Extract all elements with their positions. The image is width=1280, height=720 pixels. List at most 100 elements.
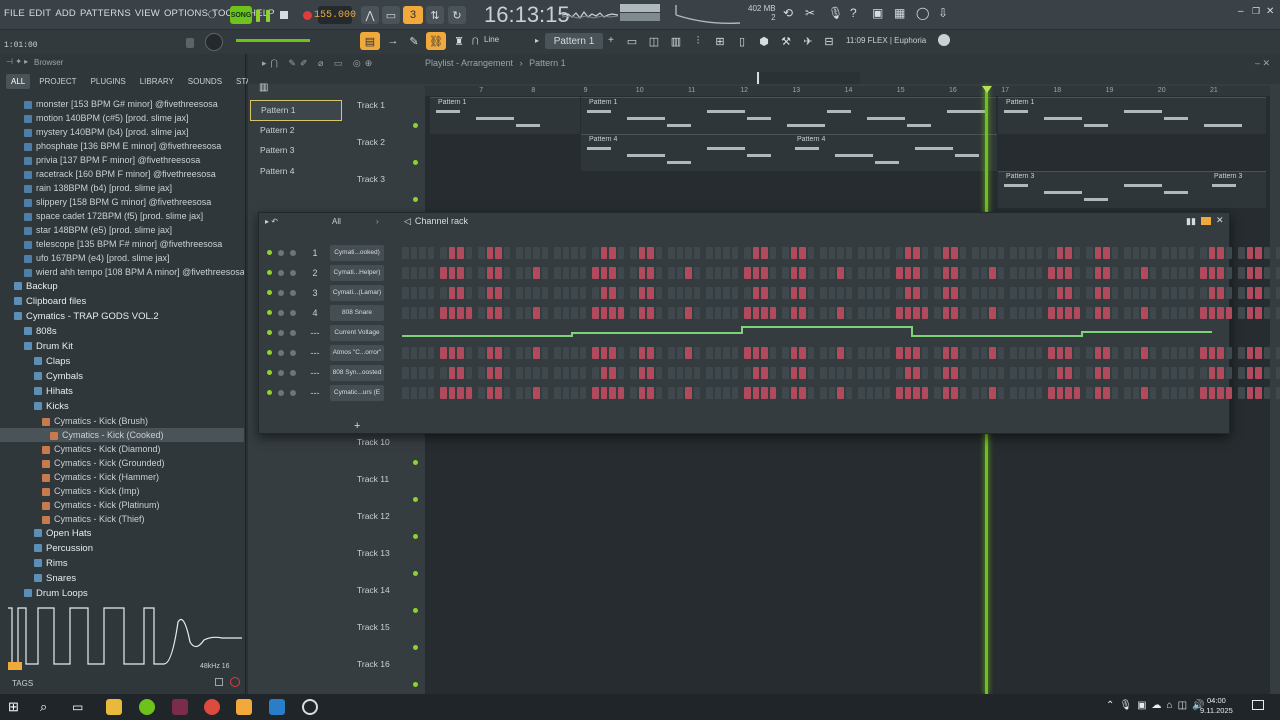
step-button[interactable] (1187, 287, 1194, 299)
pattern-item[interactable]: Pattern 4 (250, 162, 342, 183)
step-button[interactable] (782, 247, 789, 259)
step-button[interactable] (820, 247, 827, 259)
step-button[interactable] (807, 267, 814, 279)
step-button[interactable] (1238, 347, 1245, 359)
step-button[interactable] (972, 267, 979, 279)
step-button[interactable] (693, 347, 700, 359)
step-button[interactable] (896, 267, 903, 279)
step-button[interactable] (1103, 247, 1110, 259)
playlist-tools[interactable]: ▸⋂ ✎✐ ⌀ ▭ ◎⊕ (262, 58, 376, 69)
channel-volume-knob[interactable] (290, 310, 296, 316)
step-button[interactable] (828, 267, 835, 279)
step-button[interactable] (845, 347, 852, 359)
browser-file[interactable]: phosphate [136 BPM E minor] @fivethreeso… (0, 139, 244, 153)
step-button[interactable] (782, 367, 789, 379)
browser-file[interactable]: space cadet 172BPM (f5) [prod. slime jax… (0, 209, 244, 223)
step-button[interactable] (1246, 287, 1253, 299)
step-button[interactable] (837, 387, 844, 399)
step-button[interactable] (676, 247, 683, 259)
step-button[interactable] (478, 287, 485, 299)
menu-view[interactable]: VIEW (135, 8, 160, 19)
step-button[interactable] (486, 367, 493, 379)
step-button[interactable] (1200, 267, 1207, 279)
step-button[interactable] (1010, 267, 1017, 279)
step-button[interactable] (883, 307, 890, 319)
step-button[interactable] (714, 387, 721, 399)
step-button[interactable] (630, 367, 637, 379)
step-button[interactable] (685, 347, 692, 359)
step-button[interactable] (1111, 347, 1118, 359)
step-button[interactable] (1276, 387, 1280, 399)
step-button[interactable] (1255, 347, 1262, 359)
step-button[interactable] (761, 387, 768, 399)
step-button[interactable] (1263, 347, 1270, 359)
step-button[interactable] (1124, 367, 1131, 379)
step-button[interactable] (1255, 247, 1262, 259)
step-button[interactable] (790, 347, 797, 359)
step-button[interactable] (402, 307, 409, 319)
step-button[interactable] (541, 307, 548, 319)
step-button[interactable] (562, 267, 569, 279)
step-button[interactable] (875, 287, 882, 299)
browser-file[interactable]: racetrack [160 BPM F minor] @fivethreeso… (0, 167, 244, 181)
step-button[interactable] (980, 267, 987, 279)
step-button[interactable] (638, 347, 645, 359)
step-button[interactable] (478, 307, 485, 319)
step-button[interactable] (921, 387, 928, 399)
step-button[interactable] (790, 247, 797, 259)
step-button[interactable] (676, 287, 683, 299)
step-button[interactable] (972, 307, 979, 319)
step-button[interactable] (419, 367, 426, 379)
step-button[interactable] (668, 367, 675, 379)
step-button[interactable] (980, 387, 987, 399)
step-button[interactable] (997, 267, 1004, 279)
step-button[interactable] (845, 387, 852, 399)
step-button[interactable] (904, 247, 911, 259)
channel-name-button[interactable]: Cymati...Helper) (330, 265, 384, 281)
midi-icon[interactable]: ▦ (894, 6, 905, 20)
step-button[interactable] (913, 267, 920, 279)
step-button[interactable] (989, 287, 996, 299)
step-button[interactable] (1162, 367, 1169, 379)
step-button[interactable] (693, 247, 700, 259)
channel-pan-knob[interactable] (278, 290, 284, 296)
step-button[interactable] (571, 367, 578, 379)
step-button[interactable] (1018, 267, 1025, 279)
step-button[interactable] (1276, 287, 1280, 299)
channel-pan-knob[interactable] (278, 370, 284, 376)
step-button[interactable] (655, 247, 662, 259)
step-button[interactable] (410, 287, 417, 299)
step-button[interactable] (820, 367, 827, 379)
step-button[interactable] (1073, 307, 1080, 319)
step-button[interactable] (1035, 287, 1042, 299)
track-mute-led[interactable] (413, 645, 418, 650)
step-button[interactable] (448, 367, 455, 379)
step-button[interactable] (866, 247, 873, 259)
tab-project[interactable]: PROJECT (34, 74, 81, 89)
step-button[interactable] (714, 307, 721, 319)
step-button[interactable] (685, 387, 692, 399)
step-button[interactable] (524, 247, 531, 259)
step-button[interactable] (942, 367, 949, 379)
step-button[interactable] (837, 307, 844, 319)
step-button[interactable] (1027, 367, 1034, 379)
step-button[interactable] (752, 287, 759, 299)
step-button[interactable] (579, 367, 586, 379)
step-button[interactable] (1056, 247, 1063, 259)
step-button[interactable] (790, 287, 797, 299)
step-button[interactable] (875, 267, 882, 279)
step-button[interactable] (959, 267, 966, 279)
step-button[interactable] (866, 347, 873, 359)
step-button[interactable] (533, 347, 540, 359)
step-button[interactable] (638, 307, 645, 319)
step-button[interactable] (457, 247, 464, 259)
channel-pan-knob[interactable] (278, 350, 284, 356)
step-button[interactable] (617, 307, 624, 319)
step-button[interactable] (478, 387, 485, 399)
step-button[interactable] (609, 307, 616, 319)
step-button[interactable] (1103, 347, 1110, 359)
track-mute-led[interactable] (413, 123, 418, 128)
step-button[interactable] (744, 307, 751, 319)
step-button[interactable] (1111, 307, 1118, 319)
step-button[interactable] (495, 367, 502, 379)
